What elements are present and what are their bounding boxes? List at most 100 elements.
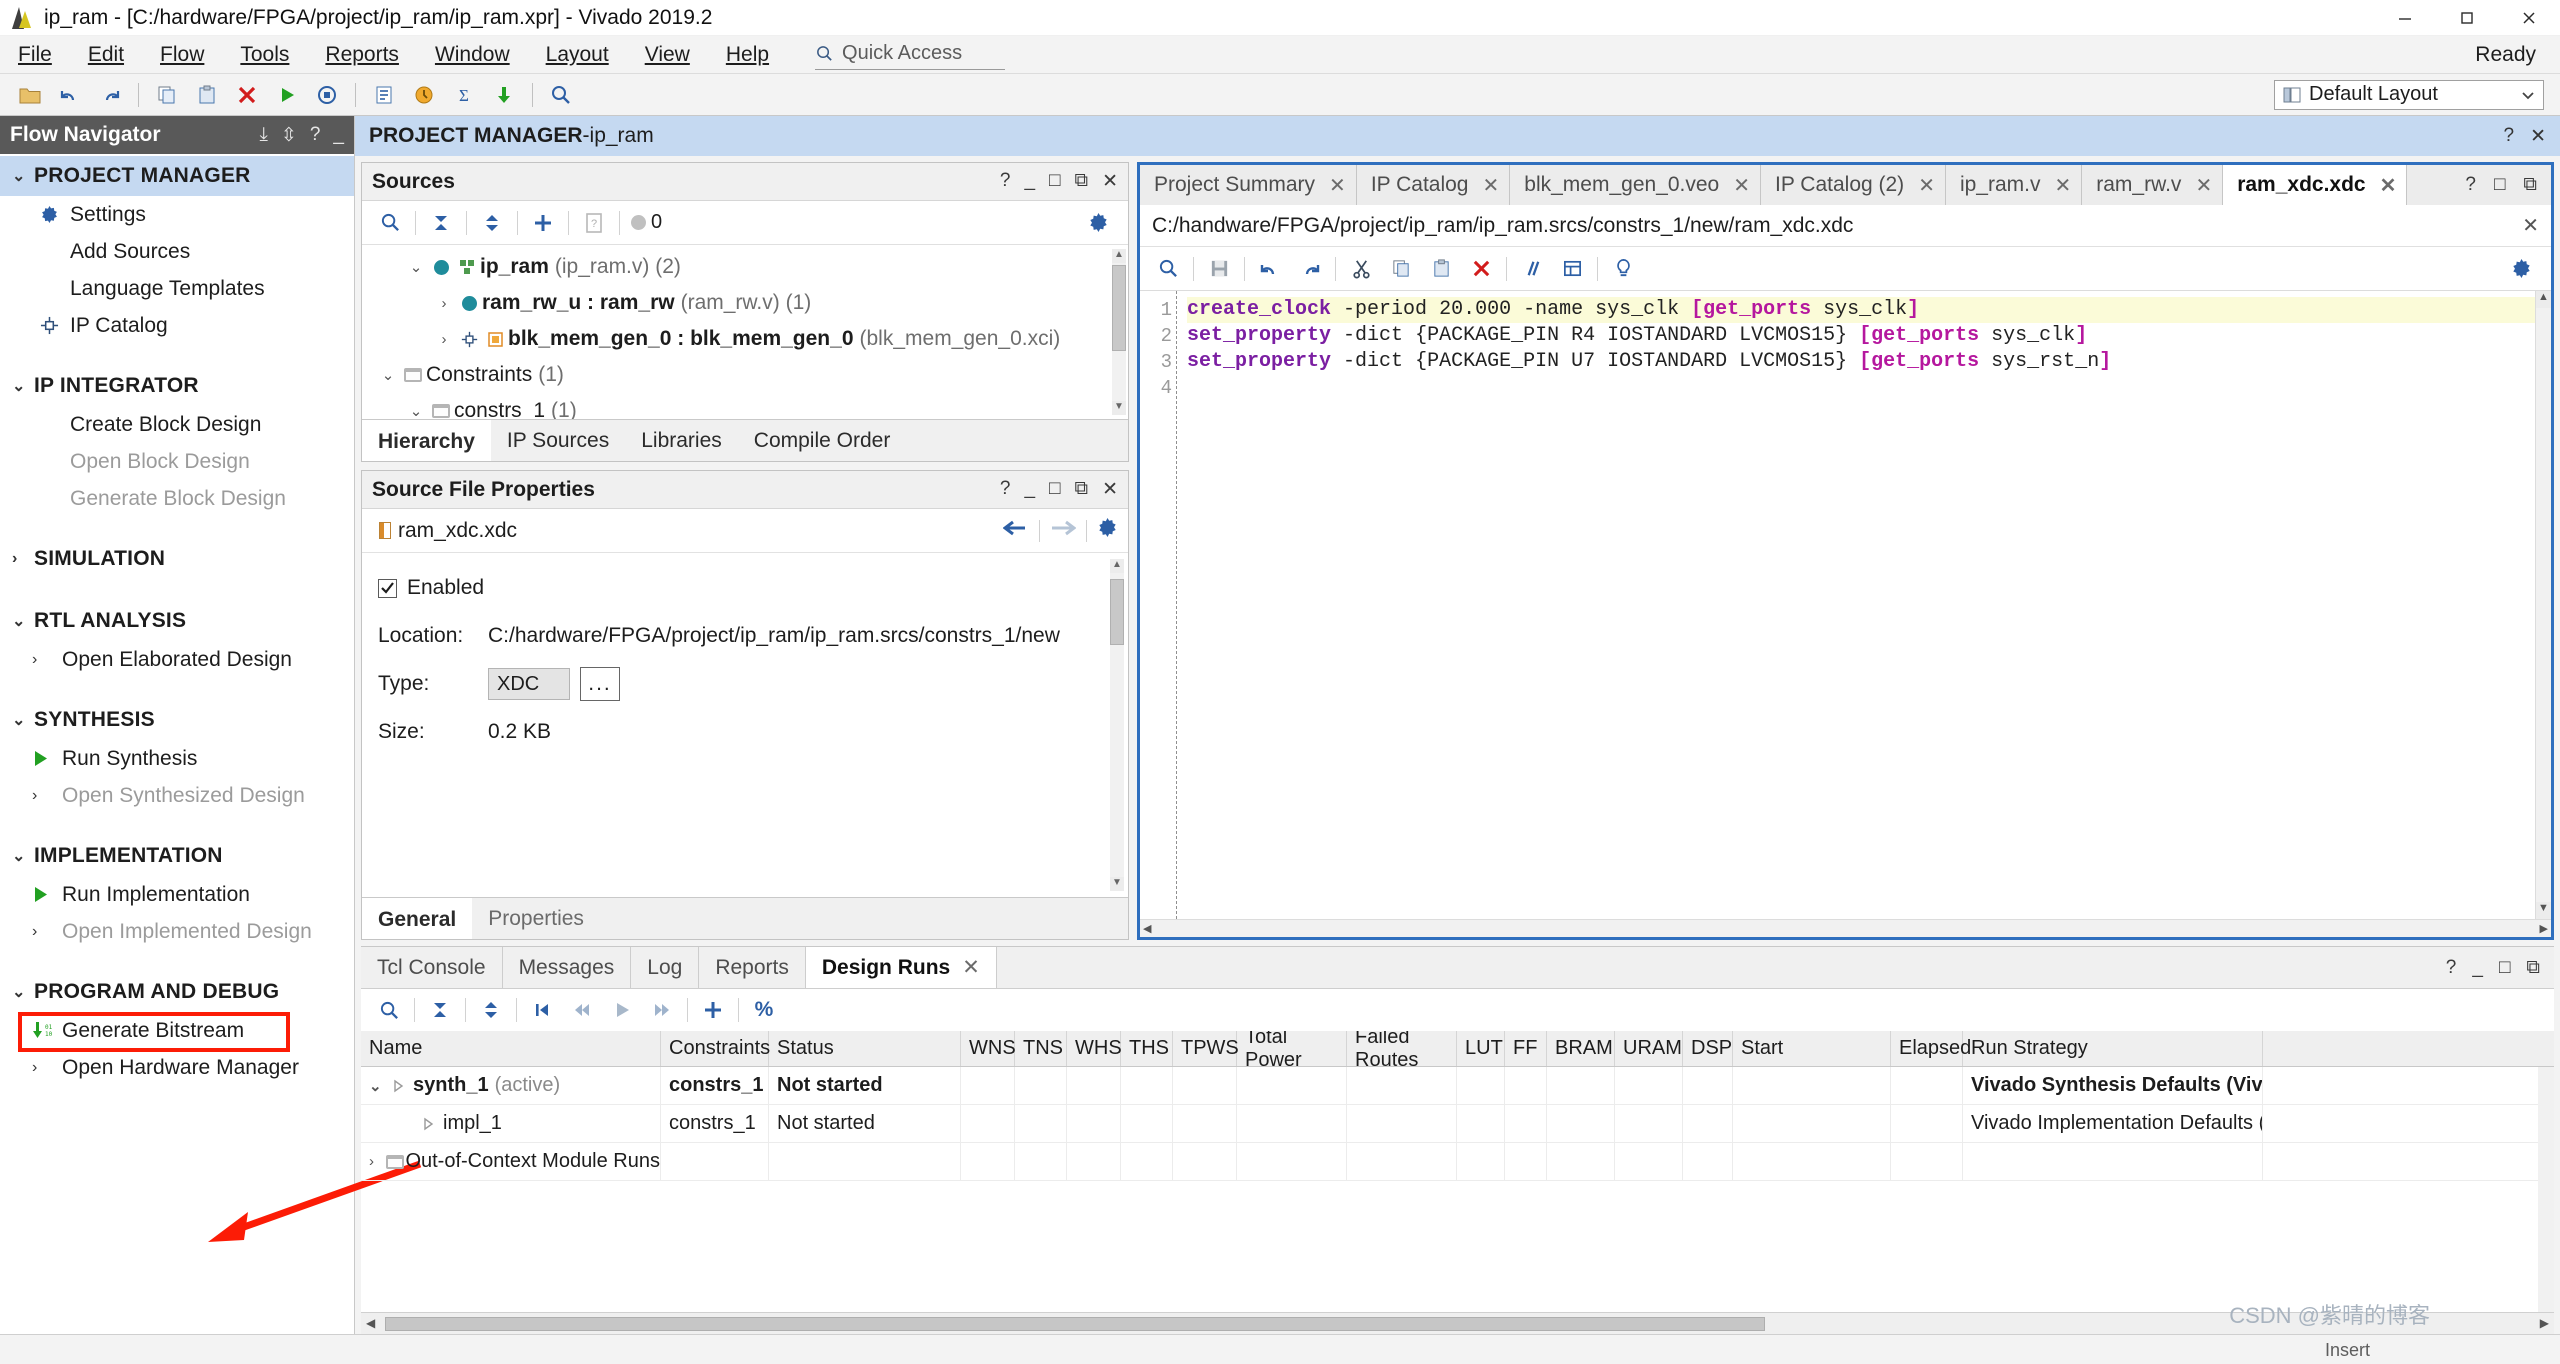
maximize-icon[interactable]: □: [1049, 478, 1060, 501]
save-icon[interactable]: [1199, 252, 1239, 286]
scroll-down-arrow-icon[interactable]: ▼: [2536, 902, 2551, 919]
column-header-uram[interactable]: URAM: [1615, 1031, 1683, 1066]
close-icon[interactable]: ✕: [962, 955, 980, 980]
type-value-field[interactable]: XDC: [488, 668, 570, 700]
scrollbar-thumb[interactable]: [1110, 579, 1124, 645]
expand-all-icon[interactable]: [471, 993, 511, 1027]
search-icon[interactable]: [369, 993, 409, 1027]
chevron-down-icon[interactable]: ⌄: [369, 1077, 391, 1095]
chevron-down-icon[interactable]: ⌄: [404, 402, 428, 419]
chevron-right-icon[interactable]: ›: [432, 331, 456, 348]
column-header-name[interactable]: Name: [361, 1031, 661, 1066]
table-row[interactable]: ⌄ synth_1 (active) constrs_1 Not started Viva…: [361, 1067, 2554, 1105]
find-icon[interactable]: [1148, 252, 1188, 286]
launch-run-icon[interactable]: [602, 993, 642, 1027]
scroll-left-arrow-icon[interactable]: ◀: [366, 1316, 375, 1330]
menu-view[interactable]: View: [627, 36, 708, 74]
add-sources-icon[interactable]: [523, 206, 563, 240]
float-icon[interactable]: ⧉: [1075, 478, 1089, 501]
column-header-dsp[interactable]: DSP: [1683, 1031, 1733, 1066]
copy-icon[interactable]: [1381, 252, 1421, 286]
scroll-down-arrow-icon[interactable]: ▼: [1110, 877, 1124, 891]
table-row[interactable]: impl_1 constrs_1 Not started Vivado Impleme…: [361, 1105, 2554, 1143]
menu-reports[interactable]: Reports: [307, 36, 417, 74]
menu-flow[interactable]: Flow: [142, 36, 222, 74]
editor-vertical-scrollbar[interactable]: ▲ ▼: [2535, 291, 2551, 919]
maximize-button[interactable]: [2436, 0, 2498, 36]
minimize-panel-icon[interactable]: _: [333, 124, 344, 147]
runs-horizontal-scrollbar[interactable]: ◀ ▶: [361, 1312, 2554, 1334]
code-text[interactable]: create_clock -period 20.000 -name sys_cl…: [1176, 291, 2551, 919]
sidebar-item-ip-catalog[interactable]: IP Catalog: [0, 307, 354, 344]
fn-group-simulation[interactable]: › SIMULATION: [0, 539, 354, 579]
collapse-all-icon[interactable]: [420, 993, 460, 1027]
help-icon[interactable]: ?: [2504, 125, 2515, 148]
menu-layout[interactable]: Layout: [528, 36, 627, 74]
tree-row-constraints[interactable]: ⌄ Constraints (1): [362, 357, 1128, 393]
sidebar-item-run-synthesis[interactable]: Run Synthesis: [0, 740, 354, 777]
menu-file[interactable]: File: [0, 36, 70, 74]
enabled-row[interactable]: Enabled: [378, 569, 1128, 607]
sidebar-item-generate-bitstream[interactable]: 01 10 Generate Bitstream: [0, 1012, 354, 1052]
column-header-wns[interactable]: WNS: [961, 1031, 1016, 1066]
help-icon[interactable]: ?: [2446, 957, 2457, 979]
scroll-right-arrow-icon[interactable]: ▶: [2540, 922, 2548, 935]
code-editor-area[interactable]: 1 2 3 4 create_clock -period 20.000 -nam…: [1140, 291, 2551, 919]
help-icon[interactable]: ?: [1000, 478, 1011, 501]
type-browse-button[interactable]: ...: [580, 667, 620, 701]
close-icon[interactable]: ✕: [1329, 173, 1346, 198]
maximize-icon[interactable]: □: [1049, 170, 1060, 193]
quick-access-search[interactable]: Quick Access: [815, 40, 1006, 70]
sidebar-item-run-implementation[interactable]: Run Implementation: [0, 876, 354, 913]
column-header-status[interactable]: Status: [769, 1031, 961, 1066]
redo-icon[interactable]: [1290, 252, 1330, 286]
tab-reports[interactable]: Reports: [699, 947, 806, 988]
sidebar-item-create-block-design[interactable]: Create Block Design: [0, 406, 354, 443]
fn-group-synthesis[interactable]: ⌄ SYNTHESIS: [0, 700, 354, 740]
comment-icon[interactable]: [1512, 252, 1552, 286]
tab-ip-catalog-2[interactable]: IP Catalog (2) ✕: [1761, 165, 1946, 205]
report-icon[interactable]: [367, 78, 401, 112]
help-icon[interactable]: ?: [2465, 174, 2476, 196]
column-header-elapsed[interactable]: Elapsed: [1891, 1031, 1971, 1066]
sidebar-item-open-synthesized-design[interactable]: › Open Synthesized Design: [0, 777, 354, 814]
sidebar-item-generate-block-design[interactable]: Generate Block Design: [0, 480, 354, 517]
properties-scrollbar[interactable]: ▲ ▼: [1110, 559, 1124, 891]
run-expand-triangle-icon[interactable]: [391, 1079, 413, 1093]
float-icon[interactable]: ⧉: [2526, 957, 2540, 979]
fn-group-program-and-debug[interactable]: ⌄ PROGRAM AND DEBUG: [0, 972, 354, 1012]
close-icon[interactable]: ✕: [2522, 213, 2539, 238]
sources-tree-scrollbar[interactable]: ▲ ▼: [1112, 249, 1126, 415]
tab-compile-order[interactable]: Compile Order: [738, 420, 907, 461]
sources-settings-gear-icon[interactable]: [1078, 206, 1118, 240]
previous-run-icon[interactable]: [562, 993, 602, 1027]
minimize-button[interactable]: [2374, 0, 2436, 36]
column-header-constraints[interactable]: Constraints: [661, 1031, 770, 1066]
run-icon[interactable]: [270, 78, 304, 112]
unknown-file-icon[interactable]: ?: [574, 206, 614, 240]
properties-gear-icon[interactable]: [1097, 517, 1118, 544]
sidebar-item-open-hardware-manager[interactable]: › Open Hardware Manager: [0, 1049, 354, 1086]
open-project-icon[interactable]: [13, 78, 47, 112]
column-header-bram[interactable]: BRAM: [1547, 1031, 1615, 1066]
minimize-icon[interactable]: _: [2472, 957, 2483, 979]
tree-row-ip-ram[interactable]: ⌄ ip_ram (ip_ram.v) (2): [362, 249, 1128, 285]
sidebar-item-open-implemented-design[interactable]: › Open Implemented Design: [0, 913, 354, 950]
column-header-start[interactable]: Start: [1733, 1031, 1891, 1066]
column-header-ff[interactable]: FF: [1505, 1031, 1547, 1066]
table-body[interactable]: ⌄ synth_1 (active) constrs_1 Not started Viva…: [361, 1067, 2554, 1312]
runs-vertical-scrollbar[interactable]: [2538, 1067, 2554, 1312]
scroll-left-arrow-icon[interactable]: ◀: [1143, 922, 1151, 935]
scroll-up-arrow-icon[interactable]: ▲: [1112, 249, 1126, 263]
tab-ip-catalog[interactable]: IP Catalog ✕: [1357, 165, 1511, 205]
chevron-right-icon[interactable]: ›: [432, 295, 456, 312]
tree-row-constrs-1[interactable]: ⌄ constrs_1 (1): [362, 393, 1128, 419]
maximize-icon[interactable]: □: [2499, 957, 2510, 979]
tab-design-runs[interactable]: Design Runs ✕: [805, 947, 997, 988]
editor-horizontal-scrollbar[interactable]: ◀ ▶: [1140, 919, 2551, 937]
float-icon[interactable]: ⧉: [1075, 170, 1089, 193]
close-icon[interactable]: ✕: [2054, 173, 2071, 198]
enabled-checkbox[interactable]: [378, 578, 397, 598]
menu-tools[interactable]: Tools: [222, 36, 307, 74]
tab-general[interactable]: General: [362, 898, 473, 939]
